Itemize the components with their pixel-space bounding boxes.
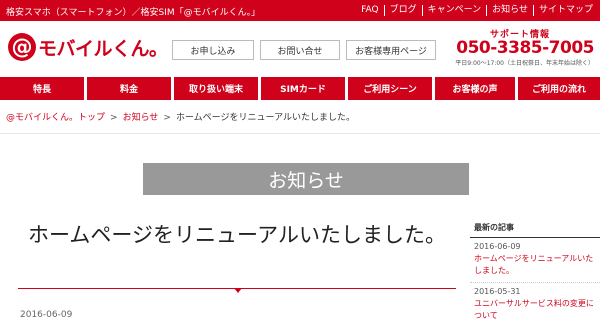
support-info: サポート情報 050-3385-7005 平日9:00〜17:00（土日祝祭日、… bbox=[454, 27, 594, 71]
contact-button[interactable]: お問い合せ bbox=[260, 40, 340, 60]
top-link-faq[interactable]: FAQ bbox=[356, 5, 383, 16]
nav-item-devices[interactable]: 取り扱い端末 bbox=[174, 77, 258, 100]
site-logo[interactable]: @ モバイルくん。 bbox=[8, 33, 168, 61]
main-nav: 特長 料金 取り扱い端末 SIMカード ご利用シーン お客様の声 ご利用の流れ bbox=[0, 77, 600, 100]
apply-button[interactable]: お申し込み bbox=[172, 40, 254, 60]
nav-item-pricing[interactable]: 料金 bbox=[87, 77, 171, 100]
breadcrumb: @モバイルくん。トップ > お知らせ > ホームページをリニューアルいたしました。 bbox=[6, 110, 355, 123]
support-phone[interactable]: 050-3385-7005 bbox=[456, 38, 594, 58]
logo-at-mark: @ bbox=[8, 33, 36, 61]
recent-post-date: 2016-05-31 bbox=[474, 287, 521, 296]
breadcrumb-separator: > bbox=[110, 113, 118, 123]
nav-item-sim-card[interactable]: SIMカード bbox=[261, 77, 345, 100]
support-hours: 平日9:00〜17:00（土日祝祭日、年末年始は除く） bbox=[455, 60, 594, 67]
recent-posts-heading: 最新の記事 bbox=[470, 222, 600, 238]
top-link-news[interactable]: お知らせ bbox=[486, 5, 533, 16]
top-links: FAQ ブログ キャンペーン お知らせ サイトマップ bbox=[356, 5, 598, 16]
top-bar: 格安スマホ（スマートフォン）／格安SIM「@モバイルくん。」 FAQ ブログ キ… bbox=[0, 0, 600, 21]
breadcrumb-current: ホームページをリニューアルいたしました。 bbox=[175, 113, 356, 123]
nav-item-features[interactable]: 特長 bbox=[0, 77, 84, 100]
recent-post-date: 2016-06-09 bbox=[474, 242, 521, 251]
logo-brand-text: モバイルくん。 bbox=[38, 37, 168, 60]
recent-posts-sidebar: 最新の記事 2016-06-09 ホームページをリニューアルいたしました。 20… bbox=[470, 222, 600, 323]
article-date: 2016-06-09 bbox=[20, 310, 73, 320]
recent-post-item[interactable]: 2016-05-31 ユニバーサルサービス料の変更について bbox=[470, 283, 600, 323]
nav-item-process[interactable]: ご利用の流れ bbox=[518, 77, 600, 100]
section-heading: お知らせ bbox=[143, 163, 469, 195]
breadcrumb-news[interactable]: お知らせ bbox=[123, 113, 159, 123]
recent-post-item[interactable]: 2016-06-09 ホームページをリニューアルいたしました。 bbox=[470, 238, 600, 283]
breadcrumb-separator: > bbox=[163, 113, 171, 123]
nav-item-use-cases[interactable]: ご利用シーン bbox=[348, 77, 432, 100]
site-tagline: 格安スマホ（スマートフォン）／格安SIM「@モバイルくん。」 bbox=[6, 8, 261, 18]
top-link-sitemap[interactable]: サイトマップ bbox=[532, 5, 598, 16]
title-underline-arrow-icon bbox=[234, 288, 242, 293]
top-link-campaign[interactable]: キャンペーン bbox=[421, 5, 487, 16]
recent-post-title[interactable]: ホームページをリニューアルいたしました。 bbox=[474, 253, 600, 277]
article-title: ホームページをリニューアルいたしました。 bbox=[28, 223, 446, 247]
divider bbox=[0, 133, 600, 134]
nav-item-testimonials[interactable]: お客様の声 bbox=[435, 77, 515, 100]
breadcrumb-home[interactable]: @モバイルくん。トップ bbox=[6, 113, 105, 123]
top-link-blog[interactable]: ブログ bbox=[383, 5, 422, 16]
customer-page-button[interactable]: お客様専用ページ bbox=[346, 40, 436, 60]
recent-post-title[interactable]: ユニバーサルサービス料の変更について bbox=[474, 298, 600, 322]
